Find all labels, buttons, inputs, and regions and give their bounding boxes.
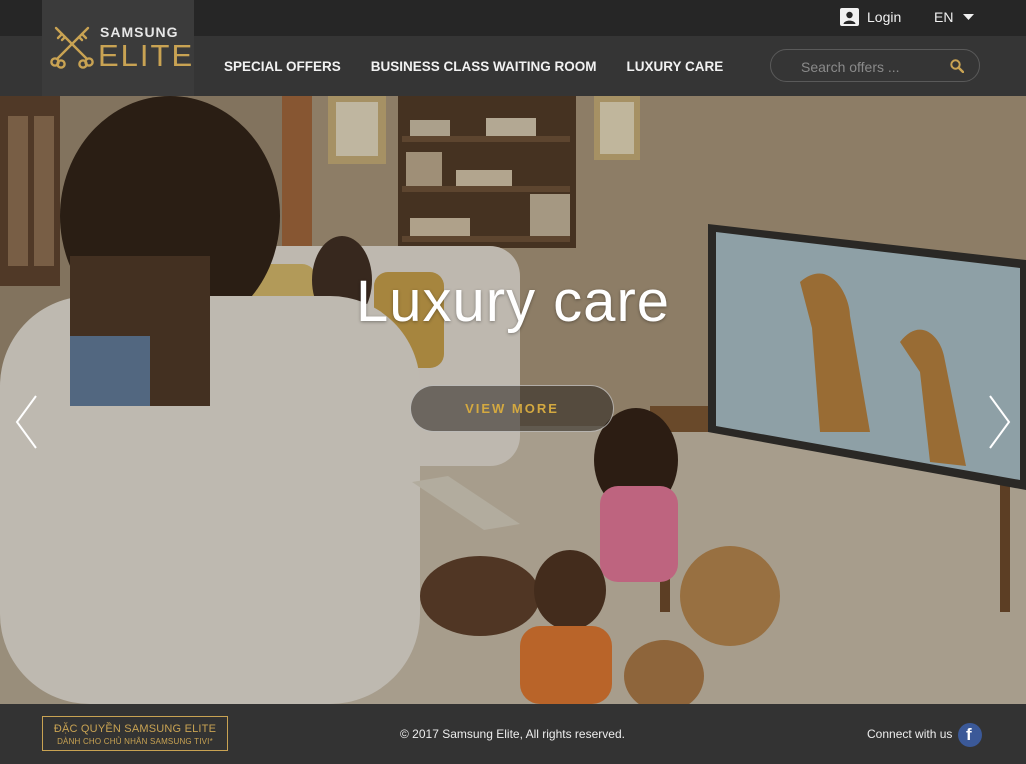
search-icon[interactable] [950, 59, 964, 73]
badge-line-1: ĐẶC QUYỀN SAMSUNG ELITE [53, 723, 217, 735]
view-more-button[interactable]: VIEW MORE [410, 385, 614, 432]
copyright-text: © 2017 Samsung Elite, All rights reserve… [400, 727, 625, 741]
primary-navigation: SPECIAL OFFERS BUSINESS CLASS WAITING RO… [224, 36, 753, 96]
login-label: Login [867, 9, 902, 25]
facebook-icon[interactable]: f [958, 723, 982, 747]
login-link[interactable]: Login [840, 7, 901, 27]
samsung-elite-logo[interactable]: SAMSUNG ELITE [42, 0, 194, 96]
nav-business-class-waiting-room[interactable]: BUSINESS CLASS WAITING ROOM [371, 59, 597, 74]
hero-carousel: Luxury care VIEW MORE [0, 96, 1026, 704]
elite-privilege-badge[interactable]: ĐẶC QUYỀN SAMSUNG ELITE DÀNH CHO CHỦ NHÂ… [42, 716, 228, 751]
user-icon [840, 8, 859, 26]
nav-luxury-care[interactable]: LUXURY CARE [627, 59, 724, 74]
chevron-left-icon[interactable] [14, 394, 40, 450]
connect-label: Connect with us [867, 727, 953, 741]
nav-special-offers[interactable]: SPECIAL OFFERS [224, 59, 341, 74]
hero-title: Luxury care [355, 269, 671, 334]
language-selector[interactable]: EN [934, 7, 975, 27]
footer: ĐẶC QUYỀN SAMSUNG ELITE DÀNH CHO CHỦ NHÂ… [0, 704, 1026, 764]
search-box [770, 49, 980, 82]
crossed-keys-icon [50, 26, 94, 69]
language-label: EN [934, 9, 954, 25]
chevron-right-icon[interactable] [986, 394, 1012, 450]
brand-main-text: ELITE [98, 38, 195, 73]
search-input[interactable] [799, 57, 943, 77]
badge-line-2: DÀNH CHO CHỦ NHÂN SAMSUNG TIVI* [57, 737, 213, 746]
caret-down-icon [963, 14, 975, 20]
